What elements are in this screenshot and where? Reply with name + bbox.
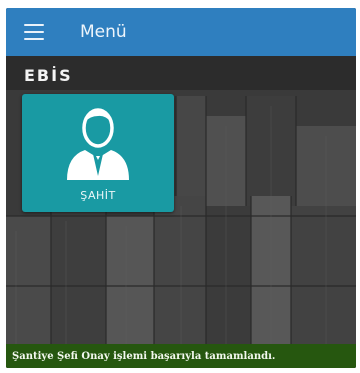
top-app-bar: Menü [6, 8, 356, 56]
status-snackbar: Şantiye Şefi Onay işlemi başarıyla tamam… [6, 344, 356, 368]
hamburger-icon[interactable] [24, 24, 44, 40]
ebis-logo: EBİS [24, 66, 73, 85]
page-title: Menü [80, 22, 127, 42]
app-screen: Menü EBİS ŞAHİT Şantiye Şefi Onay işlemi… [6, 8, 356, 368]
main-content: EBİS ŞAHİT Şantiye Şefi Onay işlemi başa… [6, 56, 356, 368]
tile-label: ŞAHİT [80, 189, 116, 202]
tile-sahit[interactable]: ŞAHİT [22, 94, 174, 212]
user-icon [67, 108, 129, 180]
status-message: Şantiye Şefi Onay işlemi başarıyla tamam… [12, 350, 276, 362]
